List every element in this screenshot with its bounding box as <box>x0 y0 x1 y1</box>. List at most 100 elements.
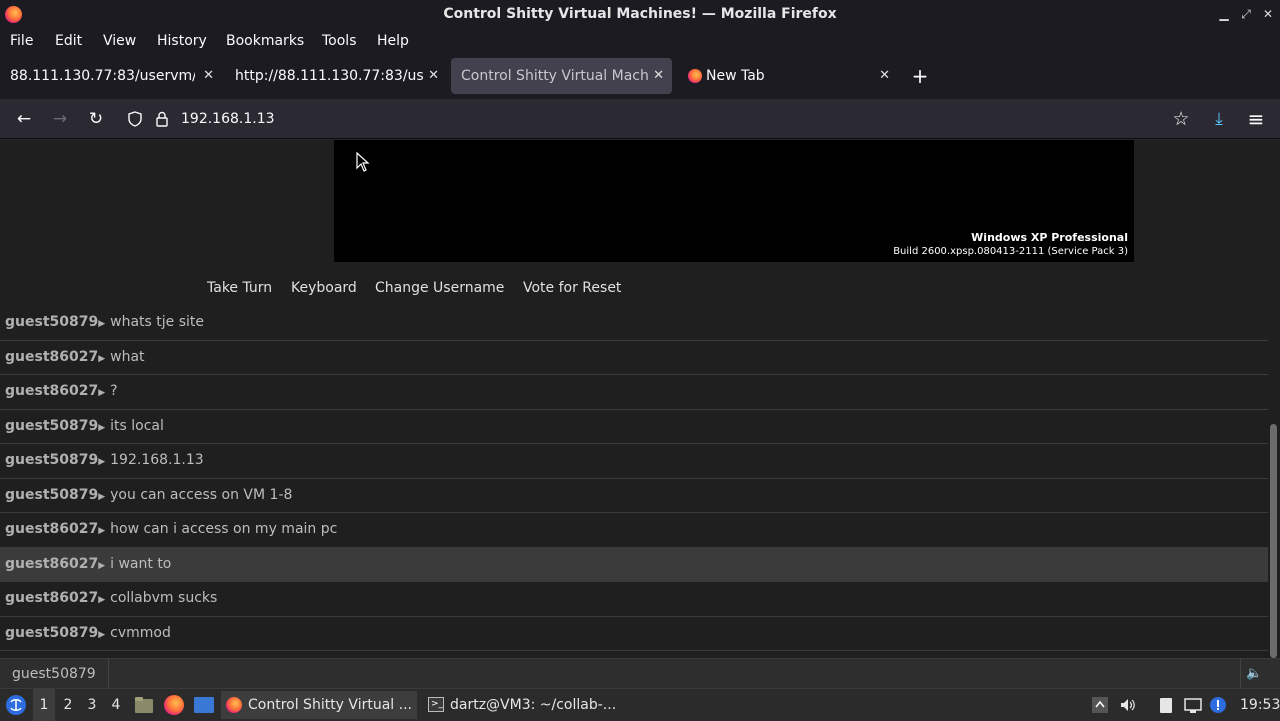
chat-message: guest86027▶ what <box>0 341 1268 375</box>
taskbar-window-label: dartz@VM3: ~/collab-... <box>450 697 617 713</box>
take-turn-button[interactable]: Take Turn <box>207 277 272 299</box>
workspace-2-button[interactable]: 2 <box>57 689 79 721</box>
chat-text: cvmmod <box>110 624 171 641</box>
chat-arrow-icon: ▶ <box>98 526 106 536</box>
chat-username: guest50879 <box>5 452 99 468</box>
back-button[interactable]: ← <box>12 107 36 131</box>
downloads-icon[interactable]: ⤓ <box>1207 107 1231 131</box>
tray-network-icon[interactable] <box>1184 696 1202 714</box>
chat-message-highlighted: guest86027▶ i want to <box>0 547 1268 582</box>
chat-message: guest86027▶ how can i access on my main p… <box>0 513 1268 548</box>
chat-input-bar: guest50879 🔈 <box>0 658 1280 688</box>
chat-arrow-icon: ▶ <box>98 629 106 640</box>
tab-close-icon[interactable]: ✕ <box>428 58 439 94</box>
chat-arrow-icon: ▶ <box>98 491 106 502</box>
tray-up-arrow-icon[interactable] <box>1091 696 1109 714</box>
menu-bookmarks[interactable]: Bookmarks <box>226 29 304 54</box>
start-menu-icon[interactable] <box>5 694 27 716</box>
chat-text: its local <box>110 417 164 434</box>
chat-username: guest86027 <box>5 348 99 365</box>
clock[interactable]: 19:53 <box>1240 689 1280 721</box>
window-titlebar: Control Shitty Virtual Machines! — Mozil… <box>0 0 1280 29</box>
tab-http-uservm[interactable]: http://88.111.130.77:83/use ✕ <box>225 58 447 94</box>
menu-help[interactable]: Help <box>377 29 409 54</box>
chat-arrow-icon: ▶ <box>98 595 106 605</box>
chat-arrow-icon: ▶ <box>98 422 106 433</box>
chat-arrow-icon: ▶ <box>98 560 106 571</box>
chat-text: 192.168.1.13 <box>110 452 204 468</box>
tray-volume-icon[interactable] <box>1119 696 1137 714</box>
taskbar-window-terminal[interactable]: >_ dartz@VM3: ~/collab-... <box>423 691 619 719</box>
tab-control-shitty-vms[interactable]: Control Shitty Virtual Machin ✕ <box>451 58 672 94</box>
workspace-1-button[interactable]: 1 <box>33 689 55 721</box>
menu-edit[interactable]: Edit <box>55 29 82 54</box>
vote-reset-button[interactable]: Vote for Reset <box>523 277 621 299</box>
tab-new-tab[interactable]: New Tab ✕ <box>676 58 898 94</box>
menu-file[interactable]: File <box>10 29 33 54</box>
menu-tools[interactable]: Tools <box>322 29 357 54</box>
workspace-3-button[interactable]: 3 <box>81 689 103 721</box>
maximize-button[interactable]: ⤢ <box>1236 0 1256 29</box>
chat-username-label: guest50879 <box>12 666 96 682</box>
vm-display[interactable]: Windows XP Professional Build 2600.xpsp.… <box>334 140 1134 262</box>
file-manager-icon[interactable] <box>134 696 154 714</box>
firefox-launcher-icon[interactable] <box>164 695 184 715</box>
menu-history[interactable]: History <box>157 29 207 54</box>
chat-username: guest50879 <box>5 624 99 641</box>
chat-log: guest50879▶ whats tje site guest86027▶ wha… <box>0 306 1268 651</box>
mouse-cursor-icon <box>356 152 370 172</box>
lock-icon[interactable] <box>155 111 169 127</box>
tab-close-icon[interactable]: ✕ <box>203 58 214 94</box>
keyboard-button[interactable]: Keyboard <box>291 277 357 299</box>
url-bar[interactable]: 192.168.1.13 <box>181 99 275 139</box>
tab-uservm[interactable]: 88.111.130.77:83/uservm/ ✕ <box>0 58 222 94</box>
firefox-tab-icon <box>688 69 702 83</box>
minimize-button[interactable]: ▁ <box>1214 0 1234 29</box>
input-divider <box>108 659 109 688</box>
terminal-icon: >_ <box>428 697 444 712</box>
tab-close-icon[interactable]: ✕ <box>879 58 890 94</box>
new-tab-button[interactable]: + <box>908 58 932 94</box>
shield-icon[interactable] <box>127 111 143 127</box>
close-window-button[interactable]: ✕ <box>1258 0 1278 29</box>
page-scrollbar-thumb[interactable] <box>1270 424 1277 658</box>
tab-label: http://88.111.130.77:83/use <box>235 68 423 84</box>
vm-os-name: Windows XP Professional <box>971 231 1128 244</box>
bookmark-star-icon[interactable]: ☆ <box>1169 107 1193 131</box>
chat-message-input[interactable] <box>112 661 1238 687</box>
tab-label: New Tab <box>706 68 765 84</box>
tab-label: 88.111.130.77:83/uservm/ <box>10 68 195 84</box>
chat-text: collabvm sucks <box>110 590 218 606</box>
taskbar-window-firefox[interactable]: Control Shitty Virtual ... <box>221 691 417 719</box>
chat-text: i want to <box>110 555 172 572</box>
chat-message: guest86027▶? <box>0 375 1268 410</box>
tab-close-icon[interactable]: ✕ <box>653 58 664 94</box>
chat-username: guest50879 <box>5 486 99 503</box>
chat-username: guest86027 <box>5 590 99 606</box>
desktop-icon[interactable] <box>193 696 215 714</box>
change-username-button[interactable]: Change Username <box>375 277 504 299</box>
taskbar-window-label: Control Shitty Virtual ... <box>248 697 412 713</box>
chat-message: guest50879▶ 192.168.1.13 <box>0 444 1268 479</box>
vm-action-bar: Take Turn Keyboard Change Username Vote … <box>0 277 1280 301</box>
chat-arrow-icon: ▶ <box>98 388 106 398</box>
window-title: Control Shitty Virtual Machines! — Mozil… <box>443 6 837 22</box>
reload-button[interactable]: ↻ <box>84 107 108 131</box>
forward-button[interactable]: → <box>48 107 72 131</box>
chat-text: ? <box>110 383 118 399</box>
workspace-4-button[interactable]: 4 <box>105 689 127 721</box>
chat-text: how can i access on my main pc <box>110 521 338 537</box>
menu-view[interactable]: View <box>103 29 136 54</box>
chat-username: guest50879 <box>5 417 99 434</box>
tray-clipboard-icon[interactable] <box>1157 696 1175 714</box>
volume-icon[interactable]: 🔈 <box>1240 659 1268 688</box>
menu-bar: File Edit View History Bookmarks Tools H… <box>0 29 1280 54</box>
chat-arrow-icon: ▶ <box>98 353 106 364</box>
app-menu-icon[interactable]: ≡ <box>1244 107 1268 131</box>
chat-message: guest86027▶ collabvm sucks <box>0 582 1268 617</box>
tray-updates-icon[interactable] <box>1209 696 1227 714</box>
tab-label: Control Shitty Virtual Machin <box>461 68 649 84</box>
chat-username: guest86027 <box>5 383 99 399</box>
taskbar: 1 2 3 4 Control Shitty Virtual ... >_ da… <box>0 688 1280 721</box>
navigation-bar: ← → ↻ 192.168.1.13 ☆ ⤓ ≡ <box>0 99 1280 139</box>
